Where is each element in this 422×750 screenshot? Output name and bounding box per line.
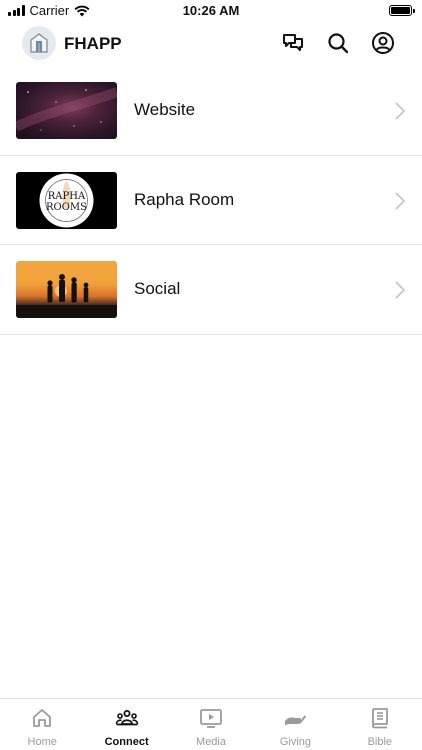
- rapha-room-thumbnail: RAPHA ROOMS: [16, 171, 117, 229]
- tab-label: Bible: [367, 736, 393, 748]
- list-item-label: Social: [134, 279, 181, 298]
- tab-label: Media: [196, 736, 226, 748]
- status-bar: Carrier 10:26 AM: [0, 0, 422, 22]
- tab-label: Connect: [104, 736, 149, 748]
- tab-home[interactable]: Home: [0, 699, 84, 750]
- chevron-right-icon: [395, 281, 406, 299]
- tab-bible[interactable]: Bible: [338, 699, 422, 750]
- bible-book-icon: [371, 708, 388, 729]
- giving-hand-icon: [285, 715, 307, 725]
- website-thumbnail: [16, 82, 117, 139]
- tab-media[interactable]: Media: [169, 699, 253, 750]
- chevron-right-icon: [395, 102, 406, 120]
- connect-list: Website RAPHA ROOMS Rapha Room Social: [0, 66, 422, 335]
- app-header: FHAPP: [0, 22, 422, 66]
- tab-giving[interactable]: Giving: [253, 699, 337, 750]
- status-time: 10:26 AM: [182, 3, 240, 18]
- list-item-rapha-room[interactable]: RAPHA ROOMS Rapha Room: [0, 156, 422, 245]
- search-icon[interactable]: [326, 31, 350, 55]
- home-icon: [33, 709, 52, 727]
- list-item-label: Rapha Room: [134, 189, 235, 209]
- people-icon: [115, 710, 138, 726]
- rapha-thumb-line1: RAPHA: [48, 191, 86, 202]
- tab-connect[interactable]: Connect: [84, 699, 168, 750]
- app-title: FHAPP: [64, 34, 122, 53]
- rapha-thumb-line2: ROOMS: [46, 202, 87, 213]
- battery-icon: [389, 5, 415, 16]
- media-play-icon: [200, 709, 222, 728]
- app-logo[interactable]: [22, 26, 56, 60]
- tab-label: Home: [27, 736, 57, 748]
- list-item-label: Website: [134, 100, 196, 119]
- social-thumbnail: [16, 261, 117, 318]
- account-icon[interactable]: [371, 31, 395, 55]
- list-item-social[interactable]: Social: [0, 245, 422, 335]
- chat-bubbles-icon[interactable]: [281, 31, 305, 55]
- list-item-website[interactable]: Website: [0, 66, 422, 156]
- tab-bar: Home Connect Media Giving Bible: [0, 698, 422, 750]
- chevron-right-icon: [395, 191, 406, 210]
- tab-label: Giving: [279, 736, 312, 748]
- church-logo-icon: [30, 33, 48, 53]
